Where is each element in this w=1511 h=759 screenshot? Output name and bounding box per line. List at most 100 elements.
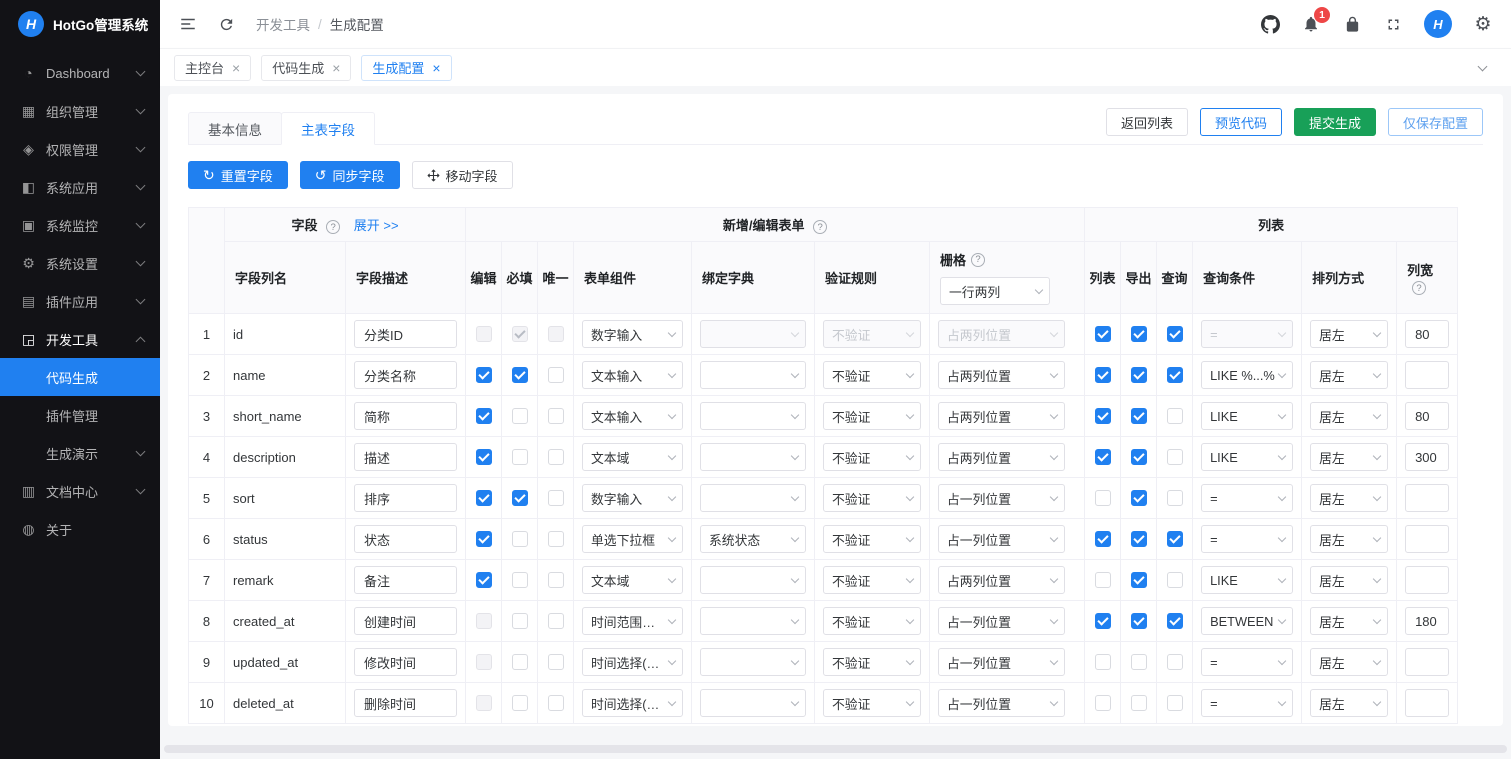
- close-icon[interactable]: ×: [232, 61, 240, 75]
- edit-checkbox[interactable]: [475, 408, 492, 425]
- query-checkbox[interactable]: [1166, 490, 1183, 507]
- condition-select[interactable]: LIKE: [1201, 402, 1294, 430]
- export-checkbox[interactable]: [1130, 490, 1147, 507]
- unique-checkbox[interactable]: [547, 490, 564, 507]
- grid-select[interactable]: 占两列位置: [938, 443, 1065, 471]
- close-icon[interactable]: ×: [332, 61, 340, 75]
- column-width-input[interactable]: [1405, 648, 1450, 676]
- edit-checkbox[interactable]: [475, 613, 492, 630]
- sidebar-item-dashboard[interactable]: ◔ Dashboard: [0, 54, 160, 92]
- dict-select[interactable]: [700, 566, 806, 594]
- column-width-input[interactable]: [1405, 361, 1450, 389]
- dict-select[interactable]: [700, 361, 806, 389]
- sidebar-item-about[interactable]: ◍ 关于: [0, 510, 160, 548]
- sidebar-item-sys-app[interactable]: ◧ 系统应用: [0, 168, 160, 206]
- component-select[interactable]: 文本输入: [582, 402, 683, 430]
- rule-select[interactable]: 不验证: [823, 607, 921, 635]
- condition-select[interactable]: LIKE: [1201, 566, 1294, 594]
- unique-checkbox[interactable]: [547, 654, 564, 671]
- align-select[interactable]: 居左: [1310, 361, 1389, 389]
- field-desc-input[interactable]: [354, 484, 457, 512]
- query-checkbox[interactable]: [1166, 326, 1183, 343]
- required-checkbox[interactable]: [511, 695, 528, 712]
- tabbar-dropdown[interactable]: [1467, 61, 1497, 71]
- sidebar-item-org-manage[interactable]: ▦ 组织管理: [0, 92, 160, 130]
- unique-checkbox[interactable]: [547, 367, 564, 384]
- field-desc-input[interactable]: [354, 320, 457, 348]
- grid-select[interactable]: 占两列位置: [938, 361, 1065, 389]
- preview-code-button[interactable]: 预览代码: [1199, 108, 1282, 136]
- grid-select[interactable]: 占一列位置: [938, 648, 1065, 676]
- list-checkbox[interactable]: [1094, 531, 1111, 548]
- align-select[interactable]: 居左: [1310, 607, 1389, 635]
- tab-code-gen[interactable]: 代码生成 ×: [261, 54, 352, 81]
- reset-fields-button[interactable]: ↻ 重置字段: [188, 161, 288, 189]
- component-select[interactable]: 文本域: [582, 443, 683, 471]
- list-checkbox[interactable]: [1094, 654, 1111, 671]
- align-select[interactable]: 居左: [1310, 689, 1389, 717]
- export-checkbox[interactable]: [1130, 326, 1147, 343]
- breadcrumb-item-current[interactable]: 生成配置: [330, 14, 384, 34]
- dict-select[interactable]: [700, 443, 806, 471]
- expand-link[interactable]: 展开 >>: [354, 218, 399, 233]
- field-desc-input[interactable]: [354, 525, 457, 553]
- export-checkbox[interactable]: [1130, 449, 1147, 466]
- list-checkbox[interactable]: [1094, 613, 1111, 630]
- column-width-input[interactable]: [1405, 443, 1450, 471]
- component-select[interactable]: 单选下拉框: [582, 525, 683, 553]
- required-checkbox[interactable]: [511, 490, 528, 507]
- edit-checkbox[interactable]: [475, 572, 492, 589]
- submit-generate-button[interactable]: 提交生成: [1293, 108, 1376, 136]
- export-checkbox[interactable]: [1130, 613, 1147, 630]
- condition-select[interactable]: =: [1201, 689, 1294, 717]
- dict-select[interactable]: [700, 607, 806, 635]
- edit-checkbox[interactable]: [475, 531, 492, 548]
- export-checkbox[interactable]: [1130, 572, 1147, 589]
- edit-checkbox[interactable]: [475, 449, 492, 466]
- unique-checkbox[interactable]: [547, 572, 564, 589]
- align-select[interactable]: 居左: [1310, 320, 1389, 348]
- align-select[interactable]: 居左: [1310, 648, 1389, 676]
- sidebar-item-sys-setting[interactable]: ⚙ 系统设置: [0, 244, 160, 282]
- column-width-input[interactable]: [1405, 689, 1450, 717]
- tab-basic-info[interactable]: 基本信息: [188, 112, 282, 145]
- logo[interactable]: H HotGo管理系统: [0, 0, 160, 48]
- github-icon[interactable]: [1260, 14, 1280, 34]
- sidebar-item-auth-manage[interactable]: ◈ 权限管理: [0, 130, 160, 168]
- menu-fold-icon[interactable]: [178, 14, 198, 34]
- field-desc-input[interactable]: [354, 566, 457, 594]
- align-select[interactable]: 居左: [1310, 402, 1389, 430]
- grid-select[interactable]: 占一列位置: [938, 689, 1065, 717]
- avatar[interactable]: H: [1424, 10, 1452, 38]
- component-select[interactable]: 时间选择(Y-...: [582, 648, 683, 676]
- dict-select[interactable]: [700, 402, 806, 430]
- align-select[interactable]: 居左: [1310, 525, 1389, 553]
- list-checkbox[interactable]: [1094, 490, 1111, 507]
- unique-checkbox[interactable]: [547, 408, 564, 425]
- required-checkbox[interactable]: [511, 326, 528, 343]
- rule-select[interactable]: 不验证: [823, 320, 921, 348]
- field-desc-input[interactable]: [354, 648, 457, 676]
- required-checkbox[interactable]: [511, 572, 528, 589]
- component-select[interactable]: 数字输入: [582, 484, 683, 512]
- grid-select[interactable]: 占一列位置: [938, 484, 1065, 512]
- query-checkbox[interactable]: [1166, 449, 1183, 466]
- unique-checkbox[interactable]: [547, 449, 564, 466]
- sidebar-item-plugin-manage[interactable]: 插件管理: [0, 396, 160, 434]
- rule-select[interactable]: 不验证: [823, 648, 921, 676]
- unique-checkbox[interactable]: [547, 326, 564, 343]
- list-checkbox[interactable]: [1094, 326, 1111, 343]
- column-width-input[interactable]: [1405, 402, 1450, 430]
- export-checkbox[interactable]: [1130, 695, 1147, 712]
- rule-select[interactable]: 不验证: [823, 443, 921, 471]
- field-desc-input[interactable]: [354, 607, 457, 635]
- breadcrumb-item[interactable]: 开发工具: [256, 14, 310, 34]
- rule-select[interactable]: 不验证: [823, 361, 921, 389]
- rule-select[interactable]: 不验证: [823, 566, 921, 594]
- condition-select[interactable]: =: [1201, 525, 1294, 553]
- required-checkbox[interactable]: [511, 531, 528, 548]
- query-checkbox[interactable]: [1166, 367, 1183, 384]
- dict-select[interactable]: [700, 484, 806, 512]
- save-config-button[interactable]: 仅保存配置: [1387, 108, 1483, 136]
- column-width-input[interactable]: [1405, 484, 1450, 512]
